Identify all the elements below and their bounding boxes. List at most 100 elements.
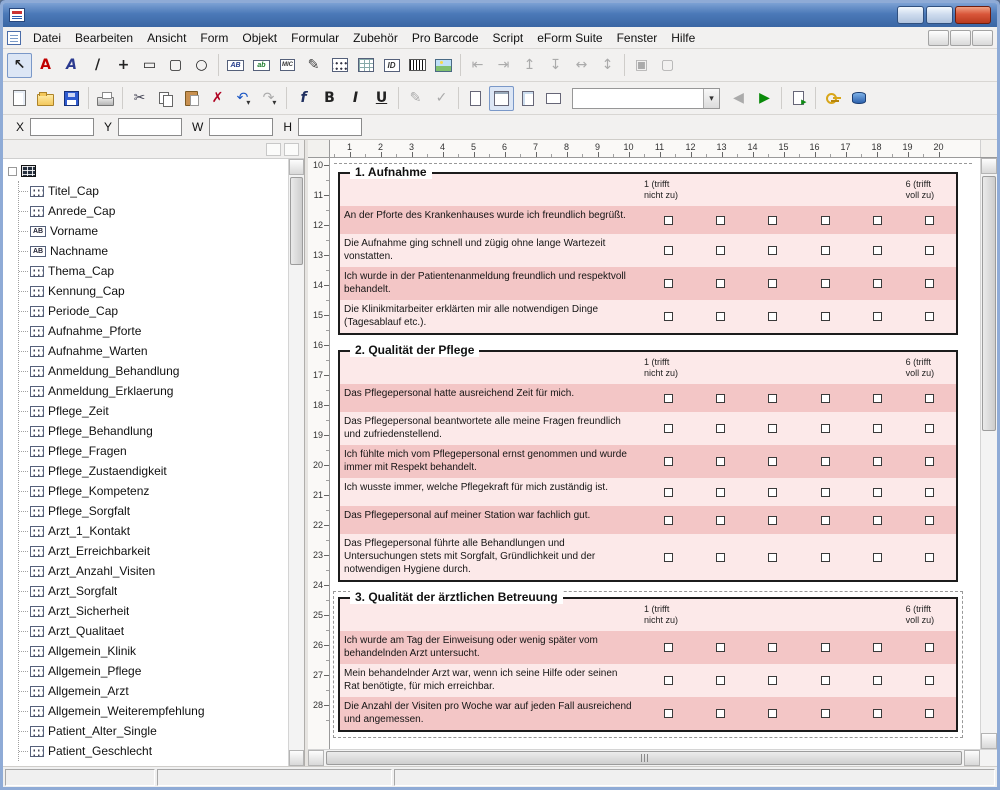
tree-item-nachname[interactable]: ABNachname [19, 241, 288, 261]
fit-page-button[interactable] [463, 86, 488, 111]
answer-checkbox[interactable] [768, 457, 777, 466]
signature-field-tool[interactable]: ✎ [301, 53, 326, 78]
answer-checkbox[interactable] [821, 643, 830, 652]
answer-checkbox[interactable] [873, 553, 882, 562]
tree-item-pflege-zustaendigkeit[interactable]: Pflege_Zustaendigkeit [19, 461, 288, 481]
goto-page-button[interactable] [786, 86, 811, 111]
table-field-tool[interactable] [353, 53, 378, 78]
answer-checkbox[interactable] [821, 246, 830, 255]
mdi-restore-button[interactable] [950, 30, 971, 46]
form-section-2[interactable]: 2. Qualität der Pflege1 (trifft nicht zu… [338, 350, 958, 582]
underline-button[interactable]: U [369, 86, 394, 111]
menu-zubehör[interactable]: Zubehör [346, 28, 405, 48]
scrollbar-thumb[interactable] [290, 177, 303, 265]
save-button[interactable] [59, 86, 84, 111]
answer-checkbox[interactable] [925, 488, 934, 497]
scroll-left-icon[interactable] [308, 750, 324, 766]
scrollbar-track[interactable] [289, 175, 304, 750]
answer-checkbox[interactable] [821, 312, 830, 321]
answer-checkbox[interactable] [664, 516, 673, 525]
answer-checkbox[interactable] [821, 216, 830, 225]
answer-checkbox[interactable] [925, 516, 934, 525]
answer-checkbox[interactable] [873, 312, 882, 321]
answer-checkbox[interactable] [664, 457, 673, 466]
mdi-minimize-button[interactable] [928, 30, 949, 46]
answer-checkbox[interactable] [768, 516, 777, 525]
tree-item-arzt-sorgfalt[interactable]: Arzt_Sorgfalt [19, 581, 288, 601]
cut-button[interactable]: ✂ [127, 86, 152, 111]
label-tool[interactable]: A [33, 53, 58, 78]
answer-checkbox[interactable] [664, 279, 673, 288]
scrollbar-track[interactable] [324, 750, 964, 766]
menu-bearbeiten[interactable]: Bearbeiten [68, 28, 140, 48]
text-field-tool[interactable] [223, 53, 248, 78]
answer-checkbox[interactable] [664, 676, 673, 685]
menu-eform-suite[interactable]: eForm Suite [530, 28, 609, 48]
answer-checkbox[interactable] [716, 643, 725, 652]
coord-input-y[interactable] [118, 118, 182, 136]
menu-objekt[interactable]: Objekt [235, 28, 284, 48]
tree-item-arzt-sicherheit[interactable]: Arzt_Sicherheit [19, 601, 288, 621]
answer-checkbox[interactable] [925, 424, 934, 433]
answer-checkbox[interactable] [925, 216, 934, 225]
answer-checkbox[interactable] [768, 488, 777, 497]
styled-label-tool[interactable]: A [59, 53, 84, 78]
tree-item-arzt-qualitaet[interactable]: Arzt_Qualitaet [19, 621, 288, 641]
tree-item-pflege-kompetenz[interactable]: Pflege_Kompetenz [19, 481, 288, 501]
answer-checkbox[interactable] [873, 279, 882, 288]
tree-item-anmeldung-erklaerung[interactable]: Anmeldung_Erklaerung [19, 381, 288, 401]
answer-checkbox[interactable] [716, 312, 725, 321]
panel-close-icon[interactable] [284, 143, 299, 156]
menu-formular[interactable]: Formular [284, 28, 346, 48]
answer-checkbox[interactable] [925, 643, 934, 652]
menu-hilfe[interactable]: Hilfe [664, 28, 702, 48]
menu-ansicht[interactable]: Ansicht [140, 28, 193, 48]
micr-field-tool[interactable] [275, 53, 300, 78]
answer-checkbox[interactable] [716, 553, 725, 562]
scroll-up-icon[interactable] [289, 159, 304, 175]
answer-checkbox[interactable] [768, 709, 777, 718]
form-section-3[interactable]: 3. Qualität der ärztlichen Betreuung1 (t… [338, 597, 958, 732]
close-button[interactable] [955, 6, 991, 24]
answer-checkbox[interactable] [768, 553, 777, 562]
answer-checkbox[interactable] [768, 394, 777, 403]
tree-item-pflege-behandlung[interactable]: Pflege_Behandlung [19, 421, 288, 441]
delete-button[interactable]: ✗ [205, 86, 230, 111]
answer-checkbox[interactable] [768, 424, 777, 433]
barcode-field-tool[interactable] [405, 53, 430, 78]
page-preview-button[interactable] [541, 86, 566, 111]
answer-checkbox[interactable] [664, 394, 673, 403]
answer-checkbox[interactable] [716, 457, 725, 466]
answer-checkbox[interactable] [925, 709, 934, 718]
answer-checkbox[interactable] [821, 394, 830, 403]
answer-checkbox[interactable] [716, 676, 725, 685]
answer-checkbox[interactable] [925, 312, 934, 321]
answer-checkbox[interactable] [716, 216, 725, 225]
image-field-tool[interactable] [431, 53, 456, 78]
titlebar[interactable] [3, 3, 997, 27]
menu-datei[interactable]: Datei [26, 28, 68, 48]
answer-checkbox[interactable] [768, 312, 777, 321]
scroll-up-icon[interactable] [981, 158, 997, 174]
answer-checkbox[interactable] [664, 553, 673, 562]
rounded-rectangle-tool[interactable]: ▢ [163, 53, 188, 78]
answer-checkbox[interactable] [716, 246, 725, 255]
print-button[interactable] [93, 86, 118, 111]
tree-item-arzt-anzahl-visiten[interactable]: Arzt_Anzahl_Visiten [19, 561, 288, 581]
answer-checkbox[interactable] [768, 246, 777, 255]
tree-item-anrede-cap[interactable]: Anrede_Cap [19, 201, 288, 221]
scrollbar-thumb[interactable] [326, 751, 962, 765]
next-page-button[interactable]: ▶ [752, 86, 777, 111]
tree-item-periode-cap[interactable]: Periode_Cap [19, 301, 288, 321]
canvas-horizontal-scrollbar[interactable] [308, 750, 980, 766]
panel-float-icon[interactable] [266, 143, 281, 156]
answer-checkbox[interactable] [821, 488, 830, 497]
fields-scrollbar[interactable] [288, 159, 304, 766]
answer-checkbox[interactable] [873, 424, 882, 433]
tree-item-allgemein-weiterempfehlung[interactable]: Allgemein_Weiterempfehlung [19, 701, 288, 721]
dropdown-arrow-icon[interactable]: ▾ [246, 98, 250, 110]
answer-checkbox[interactable] [664, 488, 673, 497]
answer-checkbox[interactable] [768, 279, 777, 288]
capture-field-tool[interactable] [249, 53, 274, 78]
paste-button[interactable] [179, 86, 204, 111]
